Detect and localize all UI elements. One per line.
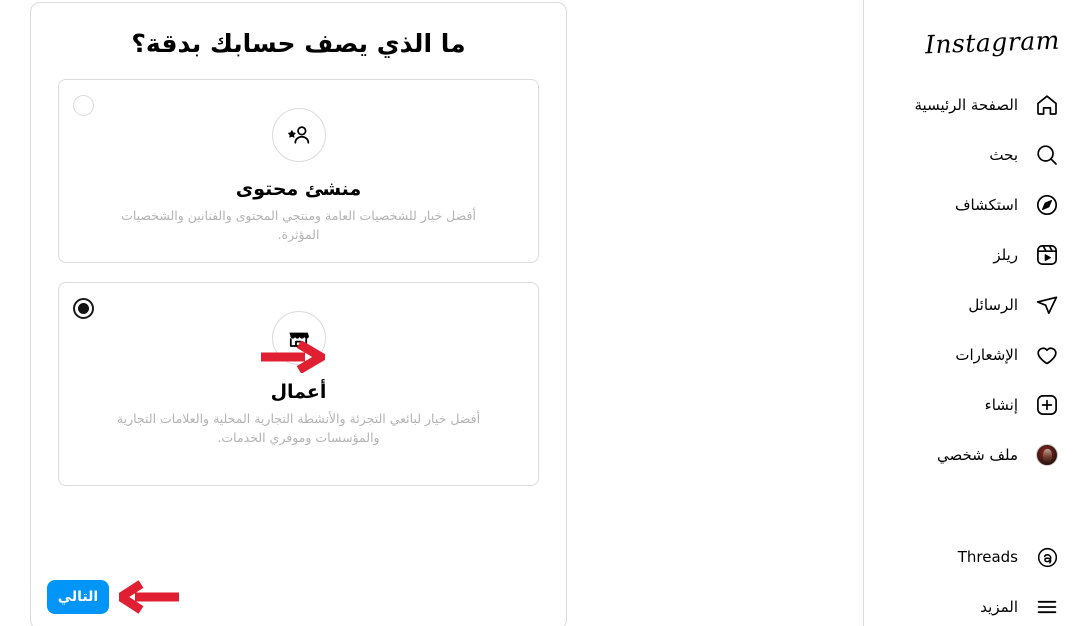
sidebar-item-create-label: إنشاء	[984, 395, 1018, 414]
sidebar-item-reels-label: ريلز	[993, 245, 1018, 264]
sidebar-navigation: Instagram الصفحة الرئيسية بحث استكشاف ري…	[864, 0, 1080, 626]
sidebar-item-explore-label: استكشاف	[954, 195, 1018, 214]
compass-icon	[1034, 192, 1060, 218]
sidebar-item-messages-label: الرسائل	[968, 295, 1018, 314]
sidebar-item-profile-label: ملف شخصي	[936, 445, 1018, 464]
sidebar-item-home-label: الصفحة الرئيسية	[914, 95, 1019, 114]
avatar	[1034, 442, 1060, 468]
sidebar-item-notifications-label: الإشعارات	[955, 345, 1018, 364]
storefront-icon	[289, 332, 309, 347]
sidebar-item-more[interactable]: المزيد	[864, 582, 1064, 626]
sidebar-item-messages[interactable]: الرسائل	[864, 280, 1064, 330]
creator-card-description: أفضل خيار للشخصيات العامة ومنتجي المحتوى…	[121, 208, 476, 243]
home-icon	[1034, 92, 1060, 118]
search-icon	[1034, 142, 1060, 168]
sidebar-item-threads-label: Threads	[957, 547, 1018, 566]
instagram-logo-text: Instagram	[924, 25, 1061, 59]
instagram-logo[interactable]: Instagram	[864, 0, 1064, 72]
instagram-account-type-screen: ما الذي يصف حسابك بدقة؟ منشئ محتوى أفضل …	[0, 0, 1080, 626]
radio-creator[interactable]	[73, 95, 94, 116]
creator-icon-circle	[271, 108, 326, 162]
sidebar-item-explore[interactable]: استكشاف	[864, 180, 1064, 230]
option-card-creator[interactable]: منشئ محتوى أفضل خيار للشخصيات العامة ومن…	[58, 79, 539, 263]
panel-footer: التالي	[47, 580, 181, 614]
paper-plane-icon	[1034, 292, 1060, 318]
creator-star-person-icon	[287, 126, 309, 144]
profile-avatar-image	[1036, 444, 1058, 466]
sidebar-item-threads[interactable]: Threads	[864, 532, 1064, 582]
sidebar-item-profile[interactable]: ملف شخصي	[864, 430, 1064, 480]
heart-icon	[1034, 342, 1060, 368]
reels-icon	[1034, 242, 1060, 268]
account-type-panel: ما الذي يصف حسابك بدقة؟ منشئ محتوى أفضل …	[30, 2, 567, 626]
creator-card-title: منشئ محتوى	[235, 178, 362, 200]
sidebar-item-more-label: المزيد	[980, 597, 1018, 616]
option-card-business[interactable]: أعمال أفضل خيار لبائعي التجزئة والأنشطة …	[58, 282, 539, 486]
plus-square-icon	[1034, 392, 1060, 418]
sidebar-item-home[interactable]: الصفحة الرئيسية	[864, 80, 1064, 130]
page-title: ما الذي يصف حسابك بدقة؟	[131, 29, 466, 58]
sidebar-item-notifications[interactable]: الإشعارات	[864, 330, 1064, 380]
threads-icon	[1034, 544, 1060, 570]
annotation-arrow-to-next-button	[119, 580, 179, 614]
sidebar-item-search[interactable]: بحث	[864, 130, 1064, 180]
hamburger-icon	[1034, 594, 1060, 620]
sidebar-item-create[interactable]: إنشاء	[864, 380, 1064, 430]
sidebar-item-search-label: بحث	[989, 145, 1018, 164]
next-button[interactable]: التالي	[47, 580, 109, 614]
sidebar-nav-list: الصفحة الرئيسية بحث استكشاف ريلز الرسائل…	[864, 80, 1064, 626]
business-card-description: أفضل خيار لبائعي التجزئة والأنشطة التجار…	[116, 411, 481, 446]
business-card-title: أعمال	[270, 381, 327, 403]
option-card-list: منشئ محتوى أفضل خيار للشخصيات العامة ومن…	[31, 79, 566, 486]
radio-business[interactable]	[73, 298, 94, 319]
sidebar-item-reels[interactable]: ريلز	[864, 230, 1064, 280]
business-icon-circle	[271, 311, 326, 365]
main-content-column: ما الذي يصف حسابك بدقة؟ منشئ محتوى أفضل …	[0, 0, 864, 626]
